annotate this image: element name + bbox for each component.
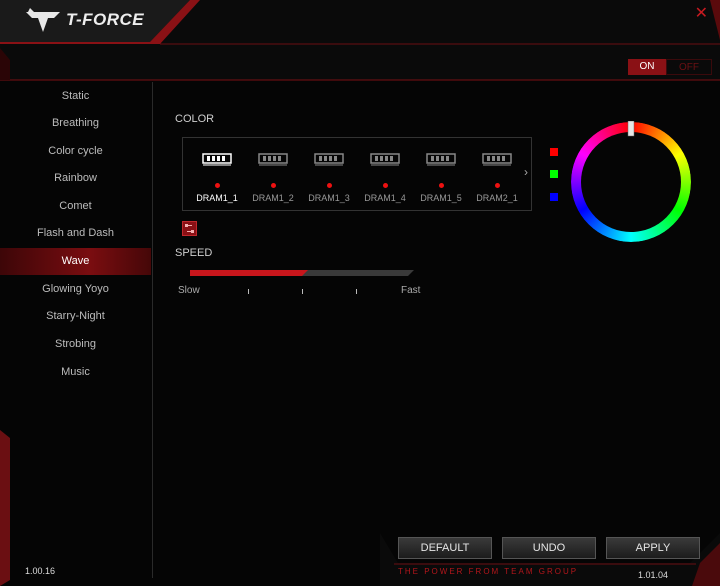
tforce-app-window: T-FORCE ✕ ON OFF Static Breathing Color … xyxy=(0,0,720,586)
power-toggle[interactable]: ON OFF xyxy=(628,59,712,75)
ram-module-icon xyxy=(370,153,400,166)
dram-module-selector: DRAM1_1 DRAM1_2 DRAM1_3 DRAM1_4 DRAM1_5 … xyxy=(182,137,532,211)
dram-label: DRAM1_1 xyxy=(196,193,238,203)
apply-button[interactable]: APPLY xyxy=(606,537,700,559)
version-left: 1.00.16 xyxy=(25,566,56,576)
speed-slider[interactable] xyxy=(190,270,414,278)
dram-module-1-3[interactable]: DRAM1_3 xyxy=(301,138,357,210)
sidebar-item-color-cycle[interactable]: Color cycle xyxy=(0,138,151,165)
sidebar-item-rainbow[interactable]: Rainbow xyxy=(0,165,151,192)
speed-tick xyxy=(356,289,357,294)
color-wheel-handle[interactable] xyxy=(627,121,635,137)
dram-module-2-1[interactable]: DRAM2_1 xyxy=(469,138,525,210)
blue-channel-swatch[interactable] xyxy=(550,193,558,201)
sidebar-corner-decoration xyxy=(0,430,10,586)
title-bar[interactable]: T-FORCE ✕ ON OFF xyxy=(0,0,720,81)
speed-fast-label: Fast xyxy=(401,285,421,296)
ram-module-icon xyxy=(258,153,288,166)
speed-tick xyxy=(248,289,249,294)
dram-label: DRAM1_5 xyxy=(420,193,462,203)
sidebar-item-starry-night[interactable]: Starry-Night xyxy=(0,303,151,330)
default-button[interactable]: DEFAULT xyxy=(398,537,492,559)
dram-module-1-5[interactable]: DRAM1_5 xyxy=(413,138,469,210)
sync-modules-icon[interactable] xyxy=(182,221,197,236)
speed-slow-label: Slow xyxy=(178,285,200,296)
toggle-on-button[interactable]: ON xyxy=(628,59,666,75)
sidebar-item-strobing[interactable]: Strobing xyxy=(0,331,151,358)
color-wheel[interactable] xyxy=(571,121,691,243)
red-channel-swatch[interactable] xyxy=(550,148,558,156)
chevron-right-icon[interactable]: › xyxy=(524,165,528,179)
sync-glyph xyxy=(185,224,194,233)
sidebar-item-breathing[interactable]: Breathing xyxy=(0,110,151,137)
led-indicator xyxy=(327,183,332,188)
close-icon[interactable]: ✕ xyxy=(695,6,708,22)
sidebar-item-static[interactable]: Static xyxy=(0,83,151,110)
brand-name: T-FORCE xyxy=(66,10,145,29)
led-indicator xyxy=(495,183,500,188)
dram-module-1-1[interactable]: DRAM1_1 xyxy=(189,138,245,210)
version-right: 1.01.04 xyxy=(638,570,669,580)
effect-sidebar: Static Breathing Color cycle Rainbow Com… xyxy=(0,82,152,586)
ram-module-icon xyxy=(482,153,512,166)
ram-module-icon xyxy=(426,153,456,166)
sidebar-item-glowing-yoyo[interactable]: Glowing Yoyo xyxy=(0,276,151,303)
led-indicator xyxy=(439,183,444,188)
dram-module-1-4[interactable]: DRAM1_4 xyxy=(357,138,413,210)
led-indicator xyxy=(215,183,220,188)
sidebar-item-wave[interactable]: Wave xyxy=(0,248,151,275)
dram-label: DRAM1_2 xyxy=(252,193,294,203)
led-indicator xyxy=(383,183,388,188)
speed-tick xyxy=(302,289,303,294)
dram-label: DRAM1_4 xyxy=(364,193,406,203)
tagline: THE POWER FROM TEAM GROUP xyxy=(398,567,579,576)
sidebar-item-comet[interactable]: Comet xyxy=(0,193,151,220)
ram-module-icon xyxy=(314,153,344,166)
sidebar-divider xyxy=(152,82,153,578)
green-channel-swatch[interactable] xyxy=(550,170,558,178)
color-section-label: COLOR xyxy=(175,113,215,125)
brand-logo: T-FORCE xyxy=(24,6,144,34)
tforce-emblem-icon xyxy=(26,8,60,32)
undo-button[interactable]: UNDO xyxy=(502,537,596,559)
sidebar-item-flash-and-dash[interactable]: Flash and Dash xyxy=(0,220,151,247)
ram-module-icon xyxy=(202,153,232,166)
speed-slider-fill xyxy=(190,270,308,276)
dram-label: DRAM1_3 xyxy=(308,193,350,203)
dram-module-1-2[interactable]: DRAM1_2 xyxy=(245,138,301,210)
toggle-off-button[interactable]: OFF xyxy=(666,59,712,75)
speed-section-label: SPEED xyxy=(175,247,213,259)
led-indicator xyxy=(271,183,276,188)
sidebar-item-music[interactable]: Music xyxy=(0,359,151,386)
dram-label: DRAM2_1 xyxy=(476,193,518,203)
